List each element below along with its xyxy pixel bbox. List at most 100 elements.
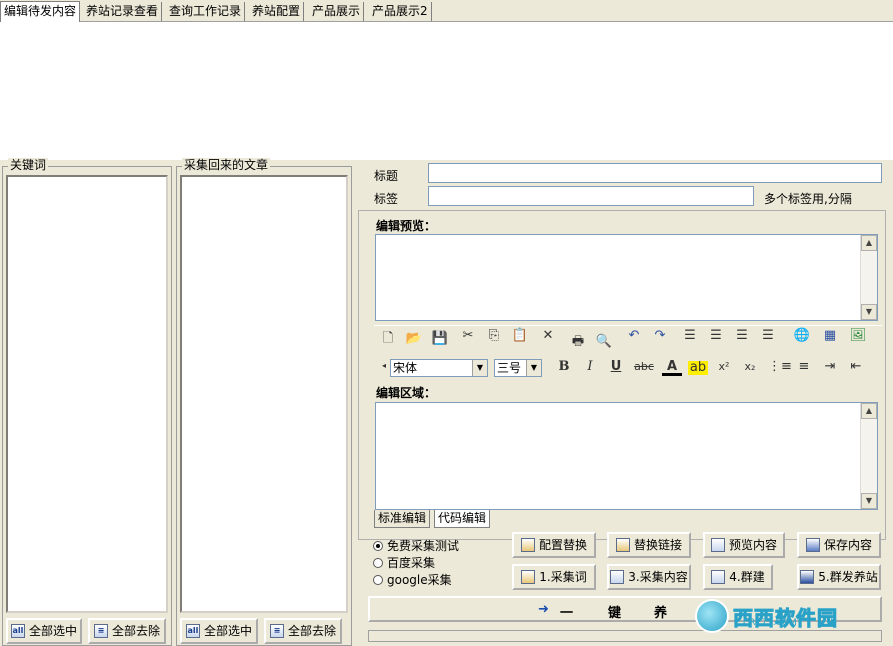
justify-icon[interactable]: ☰ bbox=[680, 326, 700, 346]
keywords-select-all-button[interactable]: all 全部选中 bbox=[6, 618, 82, 644]
keywords-remove-all-button[interactable]: ≡ 全部去除 bbox=[88, 618, 166, 644]
save-content-button[interactable]: 保存内容 bbox=[797, 532, 881, 558]
image-icon[interactable]: 🖼 bbox=[848, 326, 868, 346]
keywords-list[interactable] bbox=[6, 175, 168, 613]
watermark: 西西软件园 CR173.COM bbox=[695, 598, 875, 634]
edit-area-scrollbar[interactable]: ▲ ▼ bbox=[860, 403, 877, 509]
tab-raise-records[interactable]: 养站记录查看 bbox=[83, 2, 163, 21]
save-icon[interactable]: 💾 bbox=[430, 329, 450, 349]
group-build-label: 4.群建 bbox=[729, 570, 765, 584]
preview-scrollbar[interactable]: ▲ ▼ bbox=[860, 235, 877, 320]
tab-code-edit[interactable]: 代码编辑 bbox=[434, 510, 491, 528]
articles-select-all-button[interactable]: all 全部选中 bbox=[180, 618, 258, 644]
subscript-icon[interactable]: x₂ bbox=[740, 357, 760, 377]
align-right-icon[interactable]: ☰ bbox=[758, 326, 778, 346]
one-click-char-3: 养 bbox=[654, 606, 668, 621]
title-label: 标题 bbox=[374, 169, 399, 183]
articles-select-all-label: 全部选中 bbox=[203, 624, 252, 638]
font-dropdown-icon[interactable]: ▼ bbox=[472, 360, 487, 376]
preview-area[interactable]: ▲ ▼ bbox=[375, 234, 878, 321]
tab-edit-pending[interactable]: 编辑待发内容 bbox=[0, 1, 81, 22]
watermark-sub: CR173.COM bbox=[743, 618, 797, 628]
highlight-icon[interactable]: ab bbox=[688, 361, 708, 375]
copy-icon[interactable]: ⎘ bbox=[484, 326, 504, 346]
strikethrough-icon[interactable]: abc bbox=[634, 357, 654, 377]
tab-raise-config[interactable]: 养站配置 bbox=[249, 2, 305, 21]
table-icon[interactable]: ▦ bbox=[820, 326, 840, 346]
keywords-title: 关键词 bbox=[8, 158, 49, 172]
preview-content-label: 预览内容 bbox=[728, 538, 777, 552]
keywords-select-all-label: 全部选中 bbox=[28, 624, 77, 638]
edit-area[interactable]: ▲ ▼ bbox=[375, 402, 878, 510]
scroll-down-icon[interactable]: ▼ bbox=[861, 304, 877, 320]
group-raise-button[interactable]: 5.群发养站 bbox=[797, 564, 881, 590]
collect-content-button[interactable]: 3.采集内容 bbox=[607, 564, 691, 590]
tab-standard-edit[interactable]: 标准编辑 bbox=[374, 510, 431, 528]
tab-work-records[interactable]: 查询工作记录 bbox=[166, 2, 246, 21]
delete-icon[interactable]: ✕ bbox=[538, 326, 558, 346]
save-content-label: 保存内容 bbox=[823, 538, 872, 552]
redo-icon[interactable]: ↷ bbox=[650, 326, 670, 346]
scroll-up-icon[interactable]: ▲ bbox=[861, 403, 877, 419]
font-value: 宋体 bbox=[393, 361, 418, 375]
group-build-icon bbox=[711, 570, 726, 584]
group-raise-label: 5.群发养站 bbox=[818, 570, 878, 584]
config-replace-button[interactable]: 配置替换 bbox=[512, 532, 596, 558]
cut-icon[interactable]: ✂ bbox=[458, 326, 478, 346]
indent-icon[interactable]: ⇥ bbox=[820, 357, 840, 377]
radio-free-collect[interactable]: 免费采集测试 bbox=[373, 537, 459, 554]
tab-product-2[interactable]: 产品展示2 bbox=[369, 2, 432, 21]
paste-icon[interactable]: 📋 bbox=[510, 326, 530, 346]
select-all-icon: all bbox=[10, 624, 25, 638]
preview-label: 编辑预览： bbox=[376, 219, 437, 233]
editor-toolbar: 🗋 📂 💾 ✂ ⎘ 📋 ✕ 🖶 🔍 ↶ ↷ ☰ ☰ ☰ ☰ 🌐 ▦ 🖼 ◂ 宋体… bbox=[374, 325, 882, 379]
articles-group: 采集回来的文章 bbox=[176, 158, 352, 646]
radio-dot bbox=[373, 557, 383, 568]
replace-link-button[interactable]: 替换链接 bbox=[607, 532, 691, 558]
radio-dot bbox=[373, 574, 383, 585]
tags-hint: 多个标签用,分隔 bbox=[764, 192, 852, 206]
save-icon bbox=[805, 538, 820, 552]
articles-remove-all-button[interactable]: ≡ 全部去除 bbox=[264, 618, 342, 644]
tab-bar: 编辑待发内容 养站记录查看 查询工作记录 养站配置 产品展示 产品展示2 bbox=[0, 0, 893, 22]
title-input[interactable] bbox=[428, 163, 882, 183]
superscript-icon[interactable]: x² bbox=[714, 357, 734, 377]
scroll-down-icon[interactable]: ▼ bbox=[861, 493, 877, 509]
new-doc-icon[interactable]: 🗋 bbox=[378, 329, 398, 349]
select-all-icon: all bbox=[185, 624, 200, 638]
collect-words-button[interactable]: 1.采集词 bbox=[512, 564, 596, 590]
outdent-icon[interactable]: ⇤ bbox=[846, 357, 866, 377]
remove-all-icon: ≡ bbox=[93, 624, 108, 638]
radio-dot bbox=[373, 540, 383, 551]
ordered-list-icon[interactable]: ⋮≡ bbox=[768, 357, 792, 377]
bullet-list-icon[interactable]: ≡ bbox=[794, 357, 814, 377]
preview-content-button[interactable]: 预览内容 bbox=[703, 532, 785, 558]
radio-google-collect[interactable]: google采集 bbox=[373, 571, 452, 588]
underline-icon[interactable]: U bbox=[606, 357, 626, 377]
font-select[interactable]: 宋体 ▼ bbox=[390, 359, 488, 377]
open-folder-icon[interactable]: 📂 bbox=[404, 329, 424, 349]
keywords-remove-all-label: 全部去除 bbox=[111, 624, 160, 638]
scroll-up-icon[interactable]: ▲ bbox=[861, 235, 877, 251]
collect-words-label: 1.采集词 bbox=[539, 570, 587, 584]
align-left-icon[interactable]: ☰ bbox=[706, 326, 726, 346]
size-dropdown-icon[interactable]: ▼ bbox=[526, 360, 541, 376]
keywords-group: 关键词 bbox=[2, 158, 172, 646]
articles-list[interactable] bbox=[180, 175, 348, 613]
link-replace-icon bbox=[615, 538, 630, 552]
one-click-char-2: 键 bbox=[608, 606, 622, 621]
print-icon[interactable]: 🖶 bbox=[568, 332, 588, 352]
bold-icon[interactable]: B bbox=[554, 357, 574, 377]
tab-product[interactable]: 产品展示 bbox=[309, 2, 365, 21]
italic-icon[interactable]: I bbox=[580, 357, 600, 377]
tags-input[interactable] bbox=[428, 186, 754, 206]
replace-link-label: 替换链接 bbox=[633, 538, 682, 552]
radio-baidu-collect[interactable]: 百度采集 bbox=[373, 554, 435, 571]
font-color-icon[interactable]: A bbox=[662, 357, 682, 376]
undo-icon[interactable]: ↶ bbox=[624, 326, 644, 346]
link-icon[interactable]: 🌐 bbox=[792, 326, 812, 346]
size-select[interactable]: 三号 ▼ bbox=[494, 359, 542, 377]
align-center-icon[interactable]: ☰ bbox=[732, 326, 752, 346]
find-icon[interactable]: 🔍 bbox=[594, 332, 614, 352]
group-build-button[interactable]: 4.群建 bbox=[703, 564, 773, 590]
